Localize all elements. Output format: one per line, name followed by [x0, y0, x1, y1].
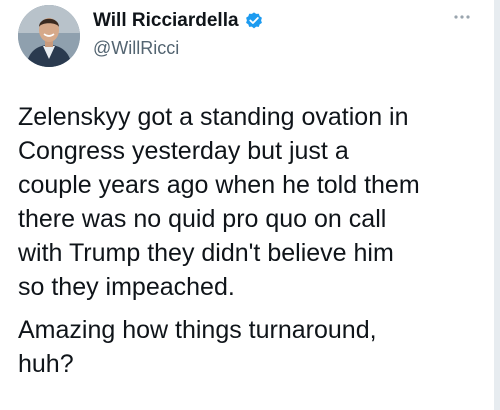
profile-photo	[18, 5, 80, 67]
author-name-row[interactable]: Will Ricciardella	[93, 10, 264, 32]
tweet-paragraph: Zelenskyy got a standing ovation in Cong…	[18, 103, 420, 301]
scrollbar-track	[494, 0, 500, 410]
tweet-text: Zelenskyy got a standing ovation in Cong…	[18, 100, 480, 381]
tweet-card: Will Ricciardella @WillRicci Zelenskyy g…	[0, 0, 500, 410]
tweet-paragraph: Amazing how things turnaround, huh?	[18, 316, 377, 378]
more-horizontal-icon[interactable]	[452, 12, 472, 22]
author-handle[interactable]: @WillRicci	[93, 38, 179, 59]
avatar[interactable]	[18, 5, 80, 67]
author-display-name[interactable]: Will Ricciardella	[93, 10, 239, 32]
verified-badge-icon	[245, 12, 262, 29]
